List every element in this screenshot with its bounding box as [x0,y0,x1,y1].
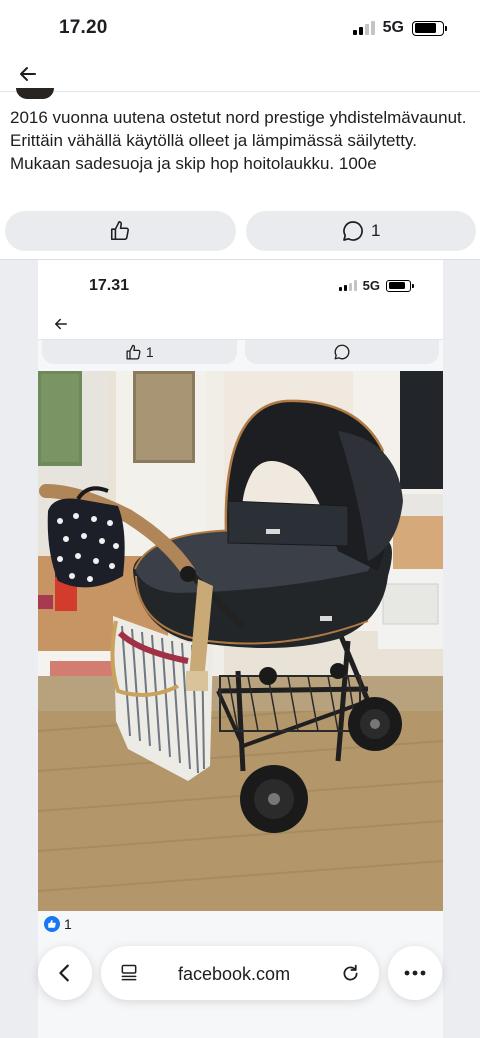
comment-button[interactable]: 1 [245,211,476,251]
battery-icon [412,20,447,36]
photo-action-row: 1 [42,340,439,364]
more-dots-icon [404,970,426,976]
photo-header [38,310,443,340]
browser-toolbar: facebook.com [0,942,480,1006]
status-indicators: 5G [352,19,447,37]
comment-bubble-icon [343,221,363,241]
status-time: 17.20 [59,17,108,38]
arrow-left-icon [55,318,67,330]
photo-network-type: 5G [362,278,380,293]
more-button[interactable] [388,946,442,1000]
photo-like-button: 1 [42,340,237,364]
post-header [0,58,480,92]
photo-reaction-count: 1 [64,916,72,932]
post-text: 2016 vuonna uutena ostetut nord prestige… [10,108,467,173]
network-type: 5G [382,19,404,36]
thumbs-up-icon [126,344,141,360]
cellular-signal-icon [352,21,375,35]
reader-mode-icon[interactable] [119,963,139,983]
status-bar: 17.20 5G [0,0,480,58]
reload-icon[interactable] [340,963,361,984]
like-reaction-icon [44,916,60,932]
arrow-left-icon[interactable] [16,62,40,86]
avatar[interactable] [16,88,54,99]
like-button[interactable] [5,211,236,251]
photo-status-time: 17.31 [89,277,130,294]
chevron-left-icon [59,964,69,982]
photo-comment-button [244,340,439,364]
battery-icon [386,279,414,292]
post-photo-container[interactable]: 17.31 5G 1 1 [0,259,480,1038]
url-text: facebook.com [178,964,291,984]
comment-bubble-icon [334,344,350,360]
cellular-signal-icon [338,280,357,291]
stroller-photo [38,371,443,911]
photo-status-bar: 17.31 5G [38,260,443,310]
address-bar[interactable]: facebook.com [101,946,379,1000]
thumbs-up-icon [111,221,130,241]
browser-back-button[interactable] [38,946,92,1000]
photo-reactions: 1 [44,916,72,932]
comment-count: 1 [371,221,381,240]
post-actions: 1 [5,211,476,251]
photo-like-count: 1 [145,344,154,360]
post-photo: 17.31 5G 1 1 [38,260,443,1038]
